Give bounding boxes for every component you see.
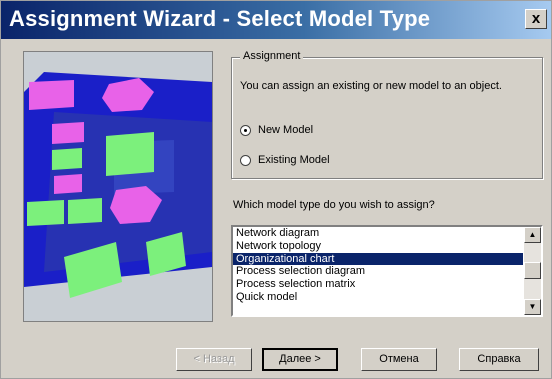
assignment-wizard-window: Assignment Wizard - Select Model Type x … — [0, 0, 552, 379]
list-item-selected[interactable]: Organizational chart — [233, 252, 523, 266]
list-item[interactable]: Process selection matrix — [233, 278, 523, 291]
assignment-description: You can assign an existing or new model … — [240, 80, 502, 92]
radio-selected-icon — [240, 124, 251, 136]
scroll-down-icon[interactable]: ▼ — [524, 299, 541, 315]
model-type-list: Network diagram Network topology Organiz… — [233, 227, 523, 304]
existing-model-radio[interactable]: Existing Model — [240, 154, 330, 166]
window-title: Assignment Wizard - Select Model Type — [9, 6, 431, 31]
scroll-thumb[interactable] — [524, 262, 541, 279]
close-button[interactable]: x — [525, 9, 547, 29]
next-button[interactable]: Далее > — [262, 348, 338, 371]
list-item[interactable]: Network topology — [233, 240, 523, 253]
org-chart-illustration — [24, 52, 212, 321]
radio-unselected-icon — [240, 154, 251, 166]
existing-model-label: Existing Model — [258, 154, 330, 166]
cancel-button[interactable]: Отмена — [361, 348, 437, 371]
assignment-group-legend: Assignment — [240, 50, 304, 62]
scroll-up-icon[interactable]: ▲ — [524, 227, 541, 243]
wizard-illustration — [23, 51, 213, 322]
model-type-listbox[interactable]: Network diagram Network topology Organiz… — [231, 225, 543, 317]
list-item[interactable]: Network diagram — [233, 227, 523, 240]
listbox-scrollbar[interactable]: ▲ ▼ — [524, 227, 541, 315]
title-bar[interactable]: Assignment Wizard - Select Model Type x — [1, 1, 551, 39]
assignment-group: Assignment You can assign an existing or… — [231, 50, 543, 179]
help-button[interactable]: Справка — [459, 348, 539, 371]
list-item[interactable]: Process selection diagram — [233, 265, 523, 278]
list-item[interactable]: Quick model — [233, 291, 523, 304]
back-button[interactable]: < Назад — [176, 348, 252, 371]
model-type-question: Which model type do you wish to assign? — [233, 199, 435, 211]
new-model-radio[interactable]: New Model — [240, 124, 313, 136]
new-model-label: New Model — [258, 124, 314, 136]
